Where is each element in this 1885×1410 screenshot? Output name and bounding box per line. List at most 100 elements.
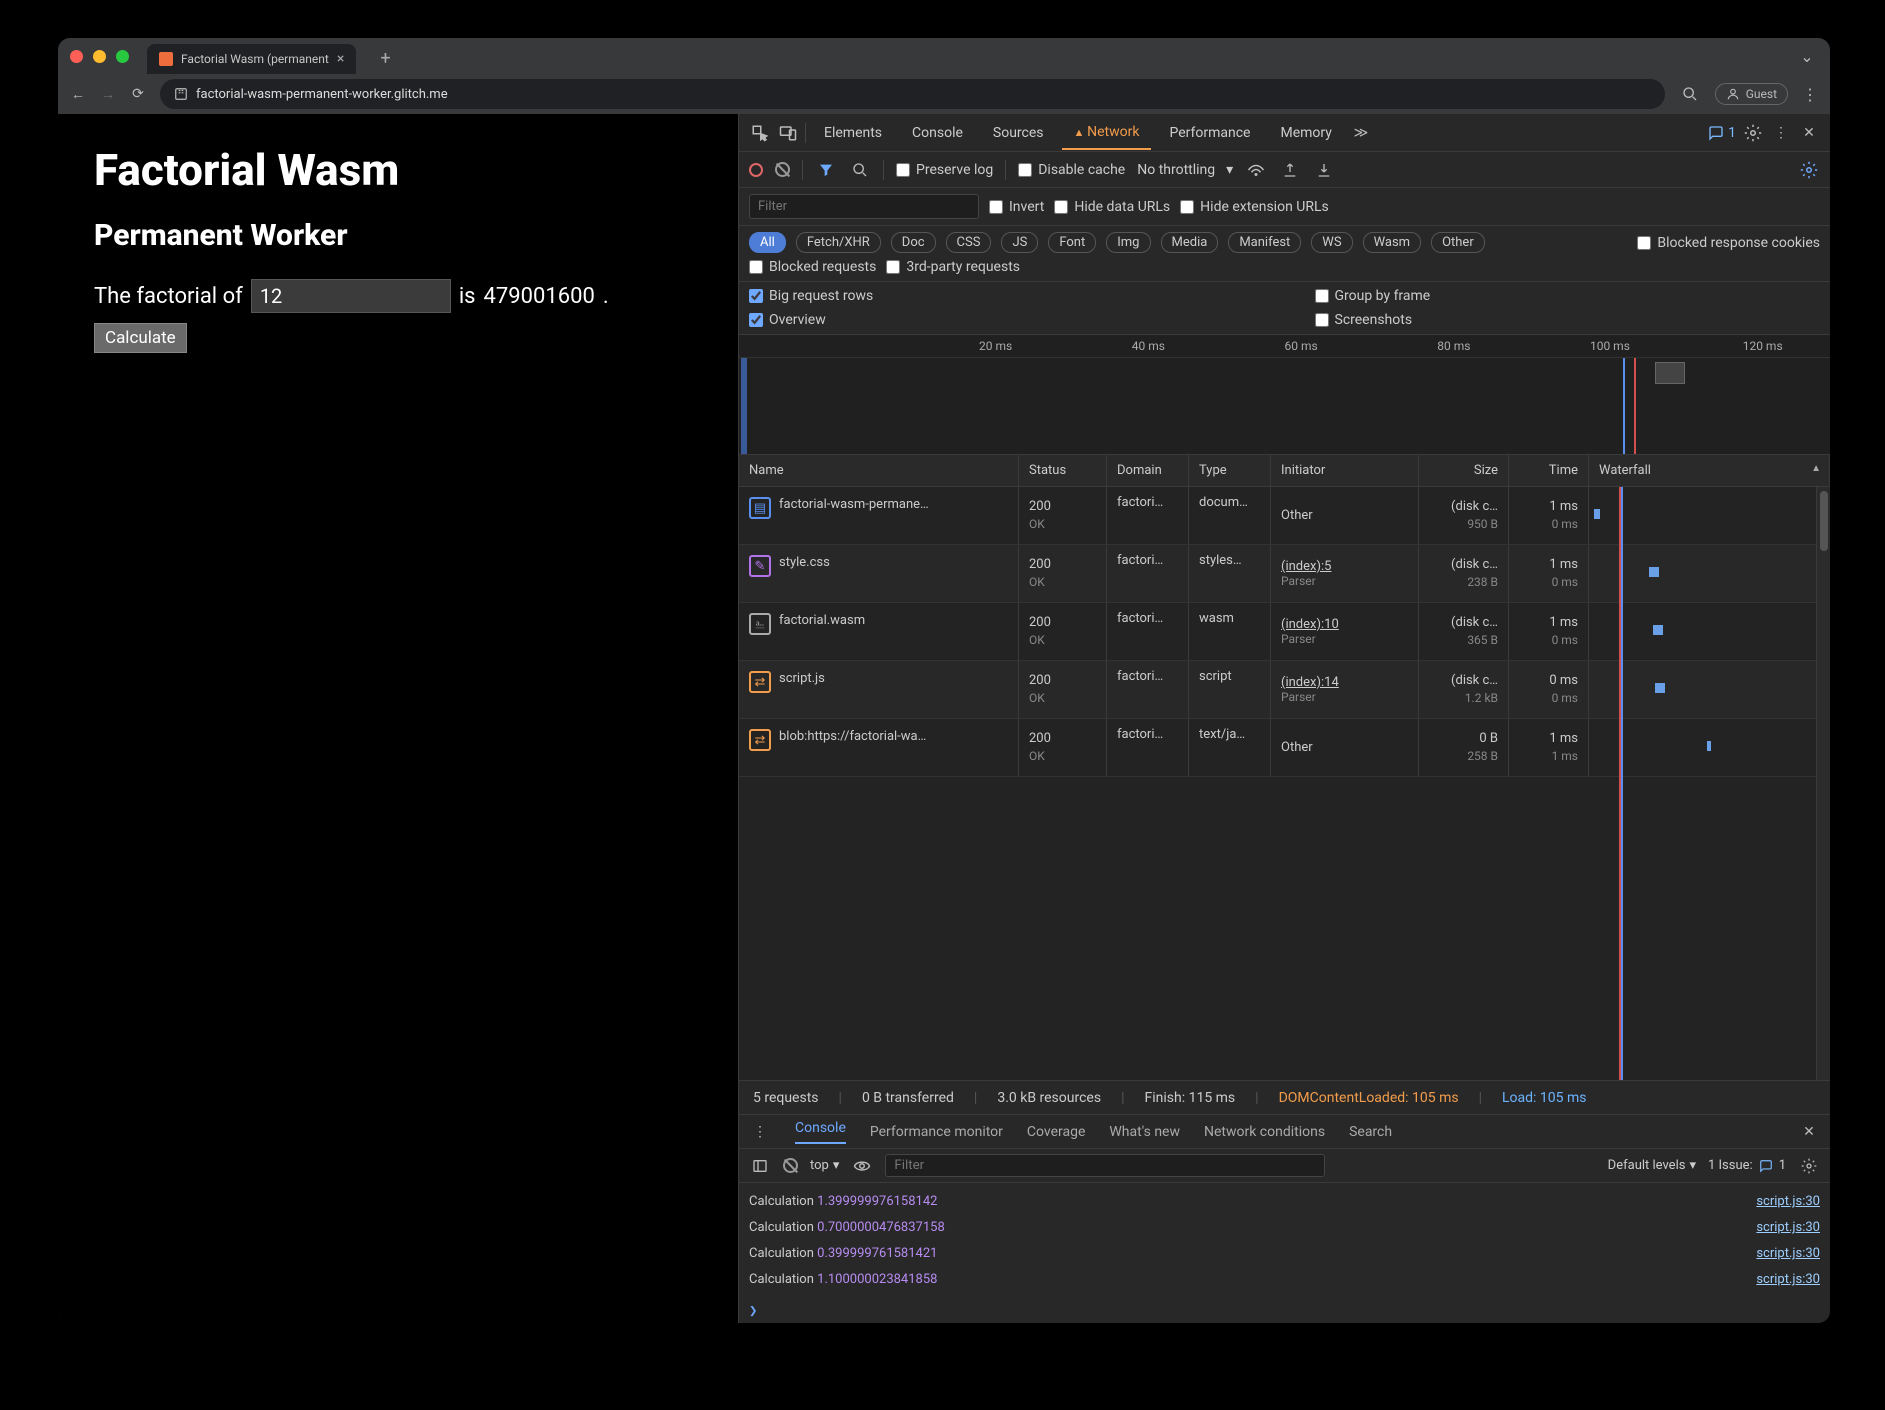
close-window-icon[interactable] — [70, 50, 83, 63]
filter-toggle-icon[interactable] — [815, 159, 837, 181]
filter-pill-css[interactable]: CSS — [946, 232, 992, 253]
table-row[interactable]: ⇄script.js200OKfactori…script(index):14P… — [739, 661, 1830, 719]
reload-button[interactable]: ⟳ — [130, 86, 146, 102]
tab-elements[interactable]: Elements — [812, 117, 894, 149]
tab-performance[interactable]: Performance — [1157, 117, 1262, 149]
site-info-icon[interactable] — [174, 87, 188, 101]
clear-icon[interactable] — [775, 162, 790, 177]
disable-cache-checkbox[interactable]: Disable cache — [1018, 162, 1125, 178]
header-size[interactable]: Size — [1419, 455, 1509, 486]
drawer-tab-netcond[interactable]: Network conditions — [1204, 1124, 1325, 1140]
filter-pill-fetchxhr[interactable]: Fetch/XHR — [796, 232, 881, 253]
console-settings-icon[interactable] — [1798, 1155, 1820, 1177]
network-conditions-icon[interactable] — [1245, 159, 1267, 181]
drawer-tab-perfmon[interactable]: Performance monitor — [870, 1124, 1003, 1140]
new-tab-button[interactable]: + — [380, 48, 390, 69]
blocked-cookies-checkbox[interactable]: Blocked response cookies — [1637, 235, 1820, 251]
log-source-link[interactable]: script.js:30 — [1756, 1267, 1820, 1293]
header-domain[interactable]: Domain — [1107, 455, 1189, 486]
table-row[interactable]: ⇄blob:https://factorial-wa…200OKfactori…… — [739, 719, 1830, 777]
filter-pill-img[interactable]: Img — [1106, 232, 1150, 253]
third-party-checkbox[interactable]: 3rd-party requests — [886, 259, 1020, 275]
filter-pill-ws[interactable]: WS — [1311, 232, 1352, 253]
url-bar[interactable]: factorial-wasm-permanent-worker.glitch.m… — [160, 79, 1665, 109]
back-button[interactable]: ← — [70, 86, 86, 103]
log-source-link[interactable]: script.js:30 — [1756, 1215, 1820, 1241]
search-icon[interactable] — [849, 159, 871, 181]
issues-badge[interactable]: 1 — [1708, 125, 1736, 141]
filter-pill-media[interactable]: Media — [1161, 232, 1219, 253]
overview-checkbox[interactable]: Overview — [749, 312, 1255, 328]
filter-pill-all[interactable]: All — [749, 232, 786, 253]
drawer-tab-search[interactable]: Search — [1349, 1124, 1392, 1140]
sidebar-toggle-icon[interactable] — [749, 1155, 771, 1177]
profile-badge[interactable]: Guest — [1715, 83, 1788, 105]
chevron-down-icon[interactable]: ⌄ — [1796, 45, 1818, 67]
minimize-window-icon[interactable] — [93, 50, 106, 63]
drawer-tab-coverage[interactable]: Coverage — [1027, 1124, 1085, 1140]
maximize-window-icon[interactable] — [116, 50, 129, 63]
tab-console[interactable]: Console — [900, 117, 975, 149]
filter-pill-js[interactable]: JS — [1001, 232, 1038, 253]
screenshots-checkbox[interactable]: Screenshots — [1315, 312, 1821, 328]
live-expression-icon[interactable] — [851, 1155, 873, 1177]
drawer-menu-icon[interactable]: ⋮ — [749, 1121, 771, 1143]
filter-pill-doc[interactable]: Doc — [891, 232, 936, 253]
blocked-requests-checkbox[interactable]: Blocked requests — [749, 259, 876, 275]
invert-checkbox[interactable]: Invert — [989, 199, 1044, 215]
context-select[interactable]: top ▾ — [810, 1158, 839, 1173]
levels-select[interactable]: Default levels ▾ — [1608, 1158, 1696, 1173]
close-devtools-icon[interactable]: ✕ — [1798, 122, 1820, 144]
throttling-select[interactable]: No throttling ▾ — [1137, 162, 1233, 178]
console-prompt[interactable]: ❯ — [739, 1299, 1830, 1323]
log-source-link[interactable]: script.js:30 — [1756, 1241, 1820, 1267]
zoom-icon[interactable] — [1679, 83, 1701, 105]
import-har-icon[interactable] — [1313, 159, 1335, 181]
devtools-menu-icon[interactable]: ⋮ — [1770, 122, 1792, 144]
header-name[interactable]: Name — [739, 455, 1019, 486]
table-row[interactable]: ⎁factorial.wasm200OKfactori…wasm(index):… — [739, 603, 1830, 661]
big-rows-checkbox[interactable]: Big request rows — [749, 288, 1255, 304]
console-filter-input[interactable] — [885, 1154, 1325, 1177]
header-type[interactable]: Type — [1189, 455, 1271, 486]
drawer-tab-console[interactable]: Console — [795, 1120, 846, 1144]
tab-sources[interactable]: Sources — [981, 117, 1056, 149]
preserve-log-checkbox[interactable]: Preserve log — [896, 162, 993, 178]
header-initiator[interactable]: Initiator — [1271, 455, 1419, 486]
initiator-link[interactable]: (index):14 — [1281, 675, 1408, 690]
timeline-overview[interactable]: 20 ms40 ms60 ms80 ms100 ms120 ms14 — [739, 335, 1830, 455]
network-settings-icon[interactable] — [1798, 159, 1820, 181]
filter-pill-font[interactable]: Font — [1048, 232, 1096, 253]
tab-close-icon[interactable]: × — [337, 51, 344, 67]
browser-tab[interactable]: Factorial Wasm (permanent × — [147, 44, 356, 74]
log-source-link[interactable]: script.js:30 — [1756, 1189, 1820, 1215]
export-har-icon[interactable] — [1279, 159, 1301, 181]
table-row[interactable]: ✎style.css200OKfactori…styles…(index):5P… — [739, 545, 1830, 603]
tab-memory[interactable]: Memory — [1268, 117, 1343, 149]
record-icon[interactable] — [749, 163, 763, 177]
calculate-button[interactable]: Calculate — [94, 323, 187, 353]
drawer-tab-whatsnew[interactable]: What's new — [1109, 1124, 1180, 1140]
settings-icon[interactable] — [1742, 122, 1764, 144]
menu-icon[interactable]: ⋮ — [1802, 85, 1818, 104]
hide-data-urls-checkbox[interactable]: Hide data URLs — [1054, 199, 1170, 215]
header-waterfall[interactable]: Waterfall — [1589, 455, 1830, 486]
table-row[interactable]: ▤factorial-wasm-permane…200OKfactori…doc… — [739, 487, 1830, 545]
scrollbar[interactable] — [1816, 487, 1830, 1080]
more-tabs-icon[interactable]: ≫ — [1350, 122, 1372, 144]
console-issues-badge[interactable]: 1 Issue: 1 — [1708, 1158, 1786, 1173]
filter-pill-wasm[interactable]: Wasm — [1363, 232, 1422, 253]
device-toggle-icon[interactable] — [777, 122, 799, 144]
filter-pill-manifest[interactable]: Manifest — [1228, 232, 1301, 253]
tab-network[interactable]: Network — [1062, 116, 1152, 150]
group-frame-checkbox[interactable]: Group by frame — [1315, 288, 1821, 304]
clear-console-icon[interactable] — [783, 1158, 798, 1173]
initiator-link[interactable]: (index):10 — [1281, 617, 1408, 632]
drawer-close-icon[interactable]: ✕ — [1798, 1121, 1820, 1143]
header-status[interactable]: Status — [1019, 455, 1107, 486]
hide-extension-urls-checkbox[interactable]: Hide extension URLs — [1180, 199, 1329, 215]
inspect-icon[interactable] — [749, 122, 771, 144]
factorial-input[interactable] — [251, 279, 451, 313]
filter-input[interactable] — [749, 194, 979, 219]
initiator-link[interactable]: (index):5 — [1281, 559, 1408, 574]
